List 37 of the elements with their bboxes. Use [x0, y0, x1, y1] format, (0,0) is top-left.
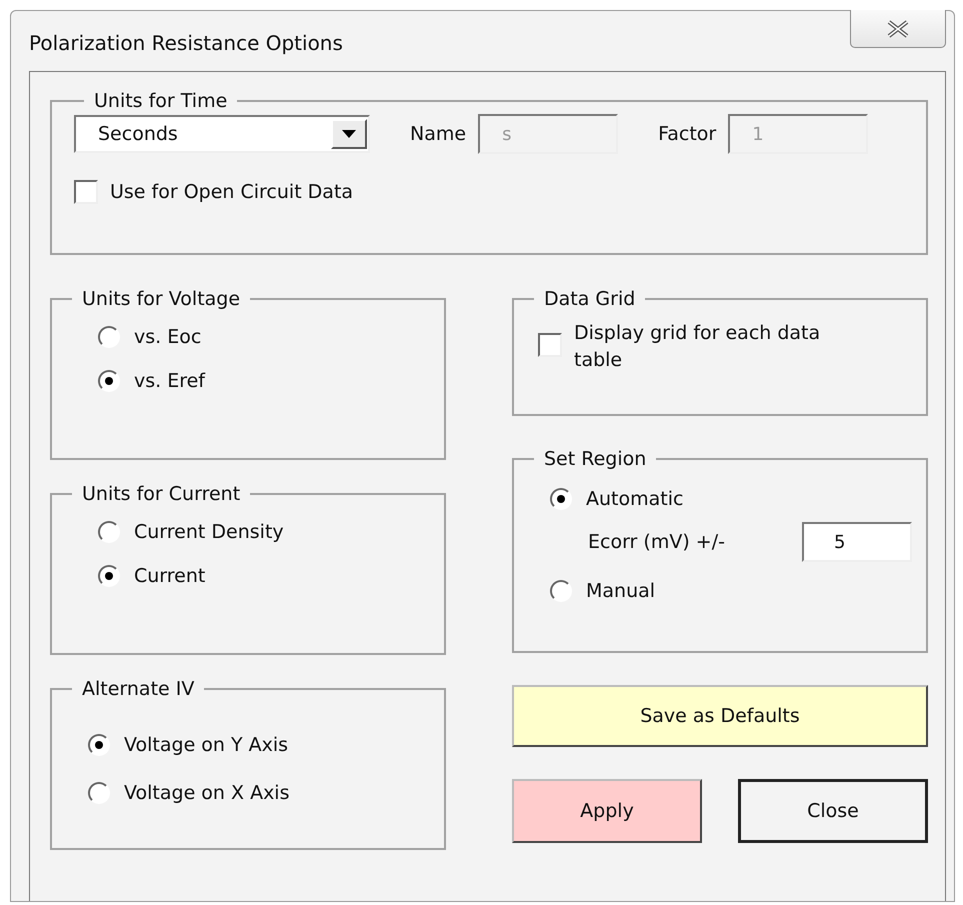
radio-button[interactable] — [550, 488, 572, 510]
radio-label: Manual — [586, 580, 656, 602]
radio-button[interactable] — [98, 565, 120, 587]
close-button[interactable] — [850, 10, 946, 48]
field-label: Ecorr (mV) +/- — [588, 531, 725, 553]
radio-button[interactable] — [88, 782, 110, 804]
radio-button[interactable] — [98, 326, 120, 348]
group-title: Data Grid — [543, 288, 636, 310]
radio-button[interactable] — [98, 521, 120, 543]
checkbox[interactable] — [74, 180, 98, 204]
radio-label: Current Density — [134, 521, 284, 543]
group-title: Units for Current — [81, 483, 242, 505]
apply-button[interactable]: Apply — [512, 779, 702, 843]
radio-button[interactable] — [88, 734, 110, 756]
save-defaults-button[interactable]: Save as Defaults — [512, 685, 928, 747]
units-dropdown[interactable]: Seconds — [74, 115, 370, 153]
checkbox-label: Display grid for each data table — [574, 321, 822, 373]
radio-label: Automatic — [586, 488, 684, 510]
radio-label: Voltage on Y Axis — [124, 734, 288, 756]
field-label: Name — [410, 123, 466, 145]
close-icon — [885, 18, 911, 38]
radio-label: vs. Eref — [134, 370, 205, 392]
close-button[interactable]: Close — [738, 779, 928, 843]
checkbox[interactable] — [538, 333, 562, 357]
field-label: Factor — [658, 123, 716, 145]
window-title: Polarization Resistance Options — [29, 31, 343, 55]
radio-label: Voltage on X Axis — [124, 782, 290, 804]
group-title: Alternate IV — [81, 678, 196, 700]
group-title: Set Region — [543, 448, 648, 470]
radio-button[interactable] — [550, 580, 572, 602]
checkbox-label: Use for Open Circuit Data — [110, 181, 354, 203]
radio-label: vs. Eoc — [134, 326, 202, 348]
radio-label: Current — [134, 565, 206, 587]
radio-button[interactable] — [98, 370, 120, 392]
group-title: Units for Time — [93, 90, 228, 112]
group-title: Units for Voltage — [81, 288, 242, 310]
ecorr-field[interactable]: 5 — [802, 522, 912, 562]
